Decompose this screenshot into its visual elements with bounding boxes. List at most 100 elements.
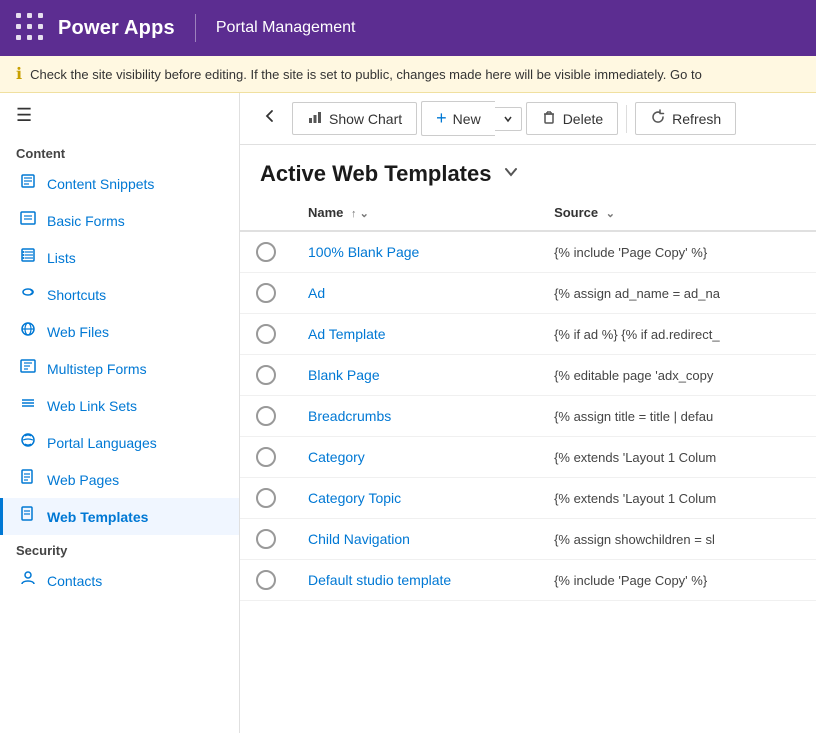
back-button[interactable] bbox=[252, 102, 288, 135]
row-source-cell: {% assign showchildren = sl bbox=[538, 519, 816, 560]
name-sort-icon: ↑ ⌄ bbox=[351, 208, 369, 220]
row-name-cell: Category bbox=[292, 437, 538, 478]
plus-icon: + bbox=[436, 108, 447, 129]
hamburger-button[interactable]: ☰ bbox=[0, 93, 239, 138]
sidebar-item-label: Web Files bbox=[47, 324, 109, 340]
sidebar-item-multistep-forms[interactable]: Multistep Forms bbox=[0, 350, 239, 387]
row-name-link[interactable]: Ad bbox=[308, 285, 325, 301]
page-title: Active Web Templates bbox=[260, 161, 491, 187]
app-grid-icon[interactable] bbox=[16, 13, 46, 43]
new-button[interactable]: + New bbox=[421, 101, 495, 136]
page-header: Active Web Templates bbox=[240, 145, 816, 195]
row-select-cell bbox=[240, 560, 292, 601]
refresh-button[interactable]: Refresh bbox=[635, 102, 736, 135]
row-name-link[interactable]: 100% Blank Page bbox=[308, 244, 419, 260]
sidebar-item-portal-languages[interactable]: Portal Languages bbox=[0, 424, 239, 461]
new-dropdown-button[interactable] bbox=[495, 107, 522, 131]
sidebar-item-label: Web Templates bbox=[47, 509, 148, 525]
sidebar-item-label: Content Snippets bbox=[47, 176, 154, 192]
table-row: Ad Template{% if ad %} {% if ad.redirect… bbox=[240, 314, 816, 355]
web-pages-icon bbox=[19, 469, 37, 490]
web-files-icon bbox=[19, 321, 37, 342]
table-row: Ad {% assign ad_name = ad_na bbox=[240, 273, 816, 314]
sidebar-item-label: Portal Languages bbox=[47, 435, 157, 451]
sidebar-item-web-pages[interactable]: Web Pages bbox=[0, 461, 239, 498]
row-source-cell: {% editable page 'adx_copy bbox=[538, 355, 816, 396]
row-name-link[interactable]: Category Topic bbox=[308, 490, 401, 506]
row-source-cell: {% assign title = title | defau bbox=[538, 396, 816, 437]
row-source-cell: {% extends 'Layout 1 Colum bbox=[538, 437, 816, 478]
info-icon: ℹ bbox=[16, 64, 22, 84]
delete-icon bbox=[541, 109, 557, 128]
info-bar: ℹ Check the site visibility before editi… bbox=[0, 56, 816, 93]
content-area: Show Chart + New Delete bbox=[240, 93, 816, 733]
table-row: Child Navigation {% assign showchildren =… bbox=[240, 519, 816, 560]
sidebar-item-basic-forms[interactable]: Basic Forms bbox=[0, 202, 239, 239]
top-bar: Power Apps Portal Management bbox=[0, 0, 816, 56]
row-source-cell: {% assign ad_name = ad_na bbox=[538, 273, 816, 314]
row-name-cell: Breadcrumbs bbox=[292, 396, 538, 437]
sidebar-item-lists[interactable]: Lists bbox=[0, 239, 239, 276]
row-select-cell bbox=[240, 437, 292, 478]
row-name-link[interactable]: Blank Page bbox=[308, 367, 380, 383]
show-chart-button[interactable]: Show Chart bbox=[292, 102, 417, 135]
delete-button[interactable]: Delete bbox=[526, 102, 618, 135]
sidebar-item-label: Shortcuts bbox=[47, 287, 106, 303]
sidebar: ☰ Content Content Snippets Basic Forms L… bbox=[0, 93, 240, 733]
row-select-circle[interactable] bbox=[256, 365, 276, 385]
sidebar-item-contacts[interactable]: Contacts bbox=[0, 562, 239, 599]
row-select-circle[interactable] bbox=[256, 529, 276, 549]
row-name-cell: Ad Template bbox=[292, 314, 538, 355]
source-sort-icon: ⌄ bbox=[606, 208, 615, 220]
row-select-circle[interactable] bbox=[256, 283, 276, 303]
row-name-link[interactable]: Category bbox=[308, 449, 365, 465]
portal-languages-icon bbox=[19, 432, 37, 453]
web-templates-table: Name ↑ ⌄ Source ⌄ 100% Blank Page{% incl… bbox=[240, 195, 816, 601]
refresh-label: Refresh bbox=[672, 111, 721, 127]
sidebar-item-web-link-sets[interactable]: Web Link Sets bbox=[0, 387, 239, 424]
table-header-row: Name ↑ ⌄ Source ⌄ bbox=[240, 195, 816, 231]
row-select-circle[interactable] bbox=[256, 447, 276, 467]
row-select-cell bbox=[240, 355, 292, 396]
row-name-link[interactable]: Default studio template bbox=[308, 572, 451, 588]
sidebar-item-web-templates[interactable]: Web Templates bbox=[0, 498, 239, 535]
contacts-icon bbox=[19, 570, 37, 591]
row-name-link[interactable]: Child Navigation bbox=[308, 531, 410, 547]
row-select-circle[interactable] bbox=[256, 570, 276, 590]
table-row: Default studio template{% include 'Page … bbox=[240, 560, 816, 601]
table-row: 100% Blank Page{% include 'Page Copy' %} bbox=[240, 231, 816, 273]
name-column-header[interactable]: Name ↑ ⌄ bbox=[292, 195, 538, 231]
row-select-circle[interactable] bbox=[256, 242, 276, 262]
page-title-dropdown-icon[interactable] bbox=[501, 162, 521, 187]
row-name-link[interactable]: Ad Template bbox=[308, 326, 386, 342]
toolbar: Show Chart + New Delete bbox=[240, 93, 816, 145]
select-column-header bbox=[240, 195, 292, 231]
source-column-header[interactable]: Source ⌄ bbox=[538, 195, 816, 231]
refresh-icon bbox=[650, 109, 666, 128]
sidebar-item-web-files[interactable]: Web Files bbox=[0, 313, 239, 350]
portal-management-title: Portal Management bbox=[216, 19, 356, 37]
row-name-link[interactable]: Breadcrumbs bbox=[308, 408, 391, 424]
show-chart-label: Show Chart bbox=[329, 111, 402, 127]
chart-icon bbox=[307, 109, 323, 128]
content-section-label: Content bbox=[0, 138, 239, 165]
row-name-cell: 100% Blank Page bbox=[292, 231, 538, 273]
sidebar-item-shortcuts[interactable]: Shortcuts bbox=[0, 276, 239, 313]
row-select-cell bbox=[240, 396, 292, 437]
row-select-cell bbox=[240, 273, 292, 314]
row-select-cell bbox=[240, 314, 292, 355]
content-snippets-icon bbox=[19, 173, 37, 194]
topbar-divider bbox=[195, 14, 196, 42]
security-section-label: Security bbox=[0, 535, 239, 562]
lists-icon bbox=[19, 247, 37, 268]
toolbar-separator bbox=[626, 105, 627, 133]
delete-label: Delete bbox=[563, 111, 603, 127]
row-select-circle[interactable] bbox=[256, 406, 276, 426]
row-select-cell bbox=[240, 231, 292, 273]
table-row: Category {% extends 'Layout 1 Colum bbox=[240, 437, 816, 478]
sidebar-item-label: Web Link Sets bbox=[47, 398, 137, 414]
sidebar-item-content-snippets[interactable]: Content Snippets bbox=[0, 165, 239, 202]
row-select-circle[interactable] bbox=[256, 488, 276, 508]
row-select-circle[interactable] bbox=[256, 324, 276, 344]
basic-forms-icon bbox=[19, 210, 37, 231]
